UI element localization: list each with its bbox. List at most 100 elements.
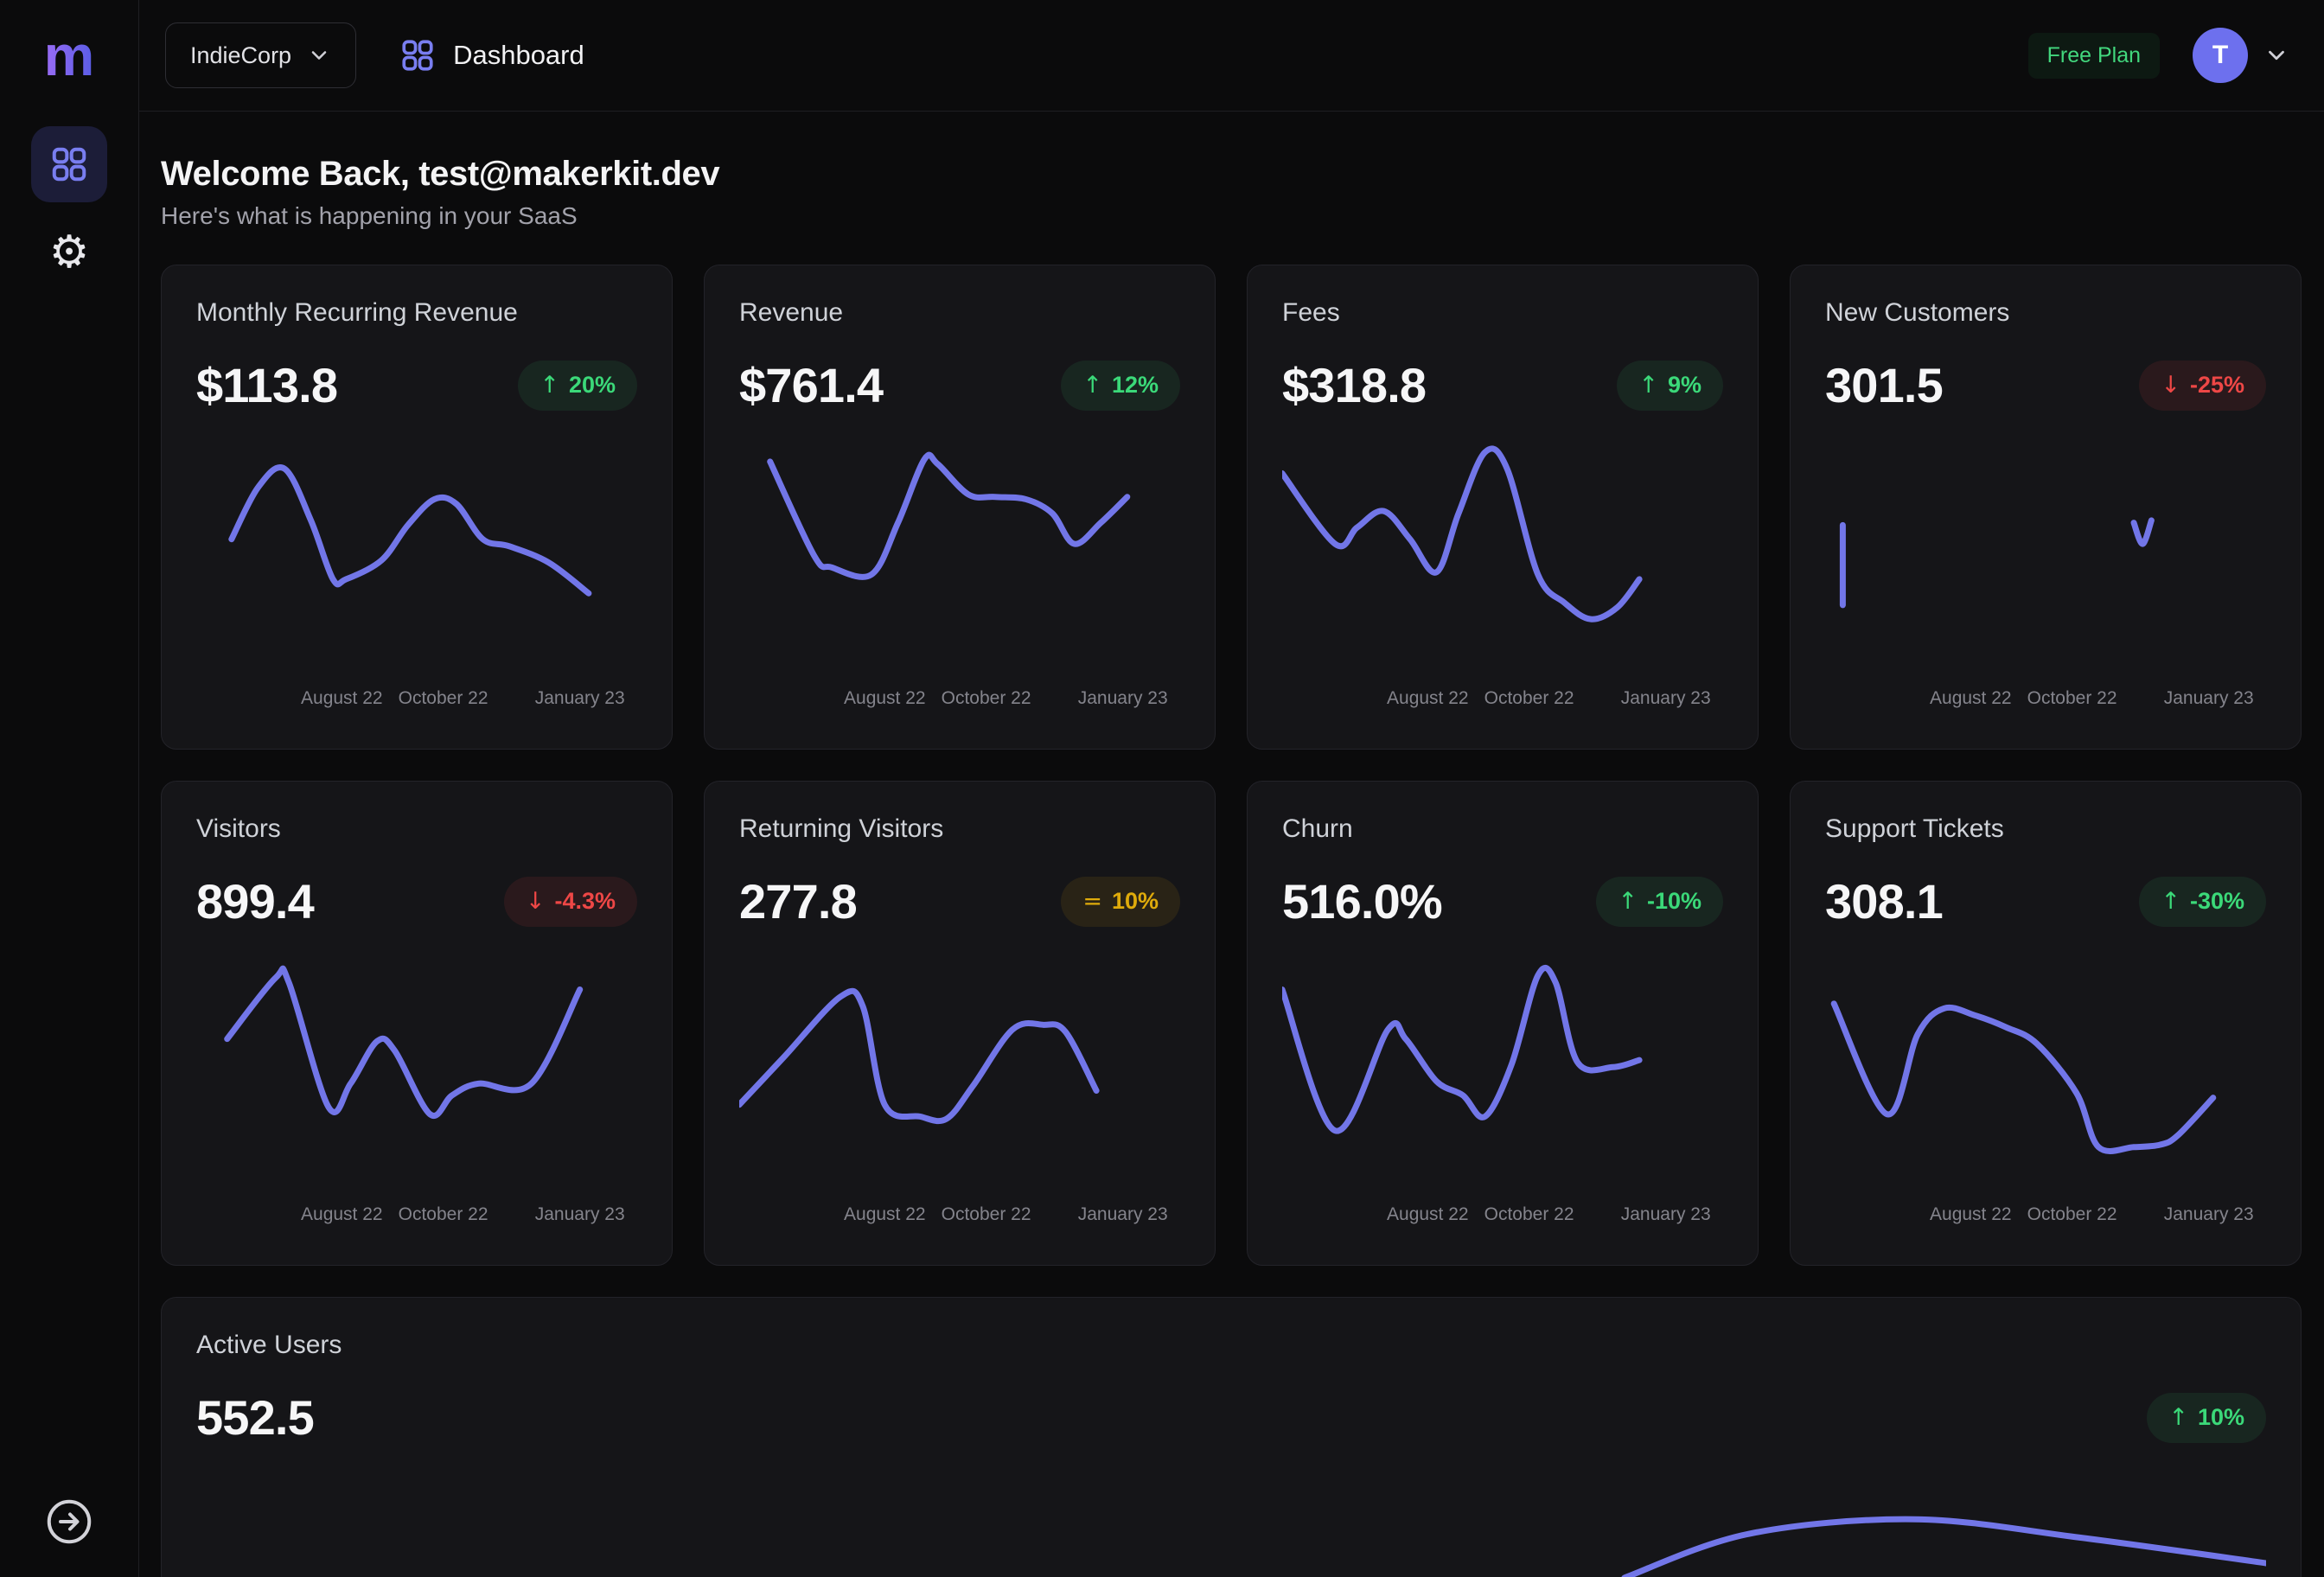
- x-axis-labels: August 22 October 22 January 23: [196, 1204, 637, 1229]
- sparkline-svg: [196, 436, 637, 671]
- metric-value: 277.8: [739, 873, 857, 929]
- trend-icon: ↑: [540, 372, 559, 399]
- metric-card-active-users: Active Users 552.5 ↑ 10%: [161, 1297, 2302, 1577]
- sparkline-chart: August 22 October 22 January 23: [1825, 436, 2266, 716]
- trend-badge: ↑ 12%: [1061, 361, 1180, 411]
- dashboard-content: Welcome Back, test@makerkit.dev Here's w…: [139, 112, 2324, 1577]
- x-axis-label: August 22: [844, 1204, 926, 1225]
- x-axis-labels: August 22October 22January 23: [1825, 1204, 2266, 1229]
- sidebar-nav: ⚙: [31, 126, 107, 290]
- metric-value: 301.5: [1825, 357, 1943, 413]
- team-selector-label: IndieCorp: [190, 42, 291, 69]
- metric-title: Fees: [1282, 298, 1723, 328]
- collapse-sidebar-button[interactable]: [43, 1496, 95, 1548]
- x-axis-label: January 23: [1078, 688, 1168, 709]
- metric-value-row: $318.8 ↑ 9%: [1282, 357, 1723, 413]
- metric-value: 308.1: [1825, 873, 1943, 929]
- trend-value: 12%: [1112, 372, 1159, 399]
- metric-card-new-customers: New Customers 301.5 ↓ -25% August 22Octo…: [1790, 265, 2302, 750]
- trend-badge: ↓ -4.3%: [504, 877, 637, 927]
- x-axis-label: January 23: [535, 1204, 625, 1225]
- trend-value: -4.3%: [554, 888, 616, 915]
- x-axis-labels: August 22October 22January 23: [1282, 688, 1723, 712]
- trend-value: -25%: [2190, 372, 2244, 399]
- x-axis-label: October 22: [399, 1204, 488, 1225]
- trend-icon: ↓: [2161, 372, 2180, 399]
- page-heading: Welcome Back, test@makerkit.dev: [161, 155, 2302, 194]
- trend-icon: ↑: [1618, 888, 1638, 915]
- plan-badge: Free Plan: [2028, 33, 2160, 79]
- trend-icon: ↑: [1082, 372, 1102, 399]
- metric-value: 552.5: [196, 1389, 314, 1446]
- metric-value-row: 308.1 ↑ -30%: [1825, 873, 2266, 929]
- sparkline-chart: August 22October 22January 23: [196, 436, 637, 716]
- x-axis-label: August 22: [1387, 688, 1469, 709]
- metric-value-row: 301.5 ↓ -25%: [1825, 357, 2266, 413]
- sparkline-chart: [196, 1468, 2266, 1577]
- trend-icon: ↓: [526, 888, 546, 915]
- trend-badge: = 10%: [1061, 877, 1180, 927]
- sparkline-svg: [739, 436, 1180, 671]
- x-axis-label: January 23: [2164, 1204, 2254, 1225]
- x-axis-label: August 22: [1930, 688, 2012, 709]
- x-axis-label: August 22: [301, 1204, 383, 1225]
- chevron-down-icon: [307, 43, 331, 67]
- x-axis-label: January 23: [1078, 1204, 1168, 1225]
- team-selector[interactable]: IndieCorp: [165, 22, 356, 88]
- metric-value: $113.8: [196, 357, 337, 413]
- metric-card-churn: Churn 516.0% ↑ -10% August 22October 22J…: [1247, 781, 1759, 1266]
- metric-value-row: 277.8 = 10%: [739, 873, 1180, 929]
- trend-value: 9%: [1668, 372, 1702, 399]
- sidebar: m ⚙: [0, 0, 139, 1577]
- x-axis-label: August 22: [844, 688, 926, 709]
- breadcrumb: Dashboard: [399, 37, 584, 73]
- trend-value: -10%: [1647, 888, 1702, 915]
- topbar: IndieCorp Dashboard Free Plan T: [139, 0, 2324, 112]
- metric-title: Monthly Recurring Revenue: [196, 298, 637, 328]
- sparkline-svg: [739, 952, 1180, 1187]
- x-axis-label: January 23: [2164, 688, 2254, 709]
- x-axis-label: October 22: [399, 688, 488, 709]
- trend-value: -30%: [2190, 888, 2244, 915]
- arrow-right-circle-icon: [43, 1496, 95, 1548]
- sidebar-item-dashboard[interactable]: [31, 126, 107, 202]
- x-axis-labels: August 22 October 22 January 23: [1825, 688, 2266, 712]
- x-axis-labels: August 22October 22January 23: [1282, 1204, 1723, 1229]
- trend-badge: ↓ -25%: [2139, 361, 2266, 411]
- trend-badge: ↑ 9%: [1617, 361, 1723, 411]
- trend-value: 10%: [1112, 888, 1159, 915]
- brand-logo[interactable]: m: [44, 0, 95, 111]
- metric-value-row: $761.4 ↑ 12%: [739, 357, 1180, 413]
- x-axis-label: January 23: [1621, 1204, 1711, 1225]
- sparkline-chart: August 22October 22January 23: [1282, 952, 1723, 1232]
- sparkline-svg: [1825, 952, 2266, 1187]
- metric-value-row: 899.4 ↓ -4.3%: [196, 873, 637, 929]
- sidebar-item-settings[interactable]: ⚙: [31, 214, 107, 290]
- metric-value-row: 552.5 ↑ 10%: [196, 1389, 2266, 1446]
- trend-badge: ↑ 10%: [2147, 1393, 2266, 1443]
- grid-icon: [399, 37, 436, 73]
- metric-value-row: 516.0% ↑ -10%: [1282, 873, 1723, 929]
- trend-value: 20%: [569, 372, 616, 399]
- page-title: Dashboard: [453, 40, 584, 71]
- x-axis-labels: August 22October 22January 23: [739, 1204, 1180, 1229]
- metric-title: Support Tickets: [1825, 814, 2266, 844]
- sparkline-svg: [1282, 436, 1723, 671]
- avatar[interactable]: T: [2193, 28, 2248, 83]
- sparkline-chart: August 22October 22January 23: [739, 952, 1180, 1232]
- sparkline-svg: [1282, 952, 1723, 1187]
- x-axis-label: January 23: [1621, 688, 1711, 709]
- trend-badge: ↑ -30%: [2139, 877, 2266, 927]
- account-menu-chevron-icon[interactable]: [2263, 42, 2289, 68]
- x-axis-label: October 22: [2027, 688, 2117, 709]
- sparkline-chart: August 22 October 22 January 23: [196, 952, 637, 1232]
- x-axis-labels: August 22October 22January 23: [739, 688, 1180, 712]
- metric-value: $761.4: [739, 357, 883, 413]
- sparkline-svg: [1825, 436, 2266, 671]
- x-axis-label: January 23: [535, 688, 625, 709]
- metric-card-support-tickets: Support Tickets 308.1 ↑ -30% August 22Oc…: [1790, 781, 2302, 1266]
- page-subheading: Here's what is happening in your SaaS: [161, 202, 2302, 230]
- sparkline-svg: [196, 952, 637, 1187]
- trend-icon: ↑: [2168, 1404, 2188, 1431]
- metric-title: Visitors: [196, 814, 637, 844]
